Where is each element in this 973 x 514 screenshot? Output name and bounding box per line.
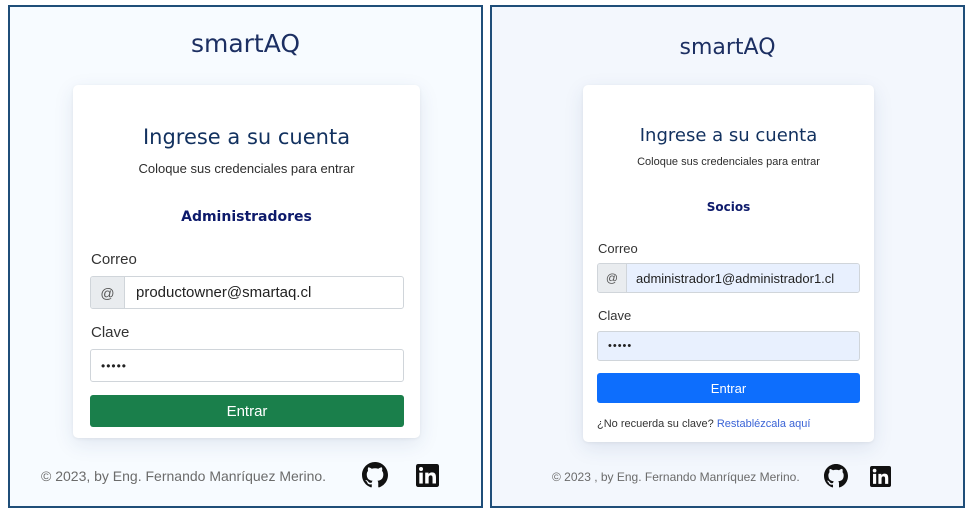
at-sign-addon: @ [91,277,125,308]
forgot-password-text: ¿No recuerda su clave? Restablézcala aqu… [597,418,810,430]
email-field[interactable]: @ productowner@smartaq.cl [90,276,404,309]
login-button[interactable]: Entrar [90,395,404,427]
role-heading: Socios [706,200,751,214]
linkedin-icon-svg [416,464,439,487]
email-label: Correo [91,251,137,268]
card-subtitle: Coloque sus credenciales para entrar [138,161,355,176]
email-field[interactable]: @ administrador1@administrador1.cl [597,263,860,293]
linkedin-icon[interactable] [416,464,439,487]
email-input[interactable]: administrador1@administrador1.cl [627,264,859,292]
footer-copyright: © 2023 , by Eng. Fernando Manríquez Meri… [552,470,800,484]
admin-login-panel: smartAQ Ingrese a su cuenta Coloque sus … [8,5,483,508]
card-title: Ingrese a su cuenta [142,125,351,149]
password-label: Clave [598,308,632,323]
forgot-password-prompt: ¿No recuerda su clave? [597,418,714,430]
password-input[interactable]: ••••• [597,331,860,361]
email-label: Correo [598,241,638,256]
brand-logo: smartAQ [679,35,776,60]
linkedin-icon-svg [870,466,891,487]
socios-login-panel: smartAQ Ingrese a su cuenta Coloque sus … [490,5,965,508]
github-icon-svg [362,462,388,488]
at-sign-addon: @ [598,264,627,292]
github-icon[interactable] [362,462,388,488]
linkedin-icon[interactable] [870,466,891,487]
password-input[interactable]: ••••• [90,349,404,382]
login-card: Ingrese a su cuenta Coloque sus credenci… [583,85,874,442]
reset-password-link[interactable]: Restablézcala aquí [717,418,811,430]
github-icon-svg [824,464,848,488]
github-icon[interactable] [824,464,848,488]
card-title: Ingrese a su cuenta [639,125,818,146]
password-label: Clave [91,324,130,341]
footer-copyright: © 2023, by Eng. Fernando Manríquez Merin… [41,468,327,484]
card-subtitle: Coloque sus credenciales para entrar [637,156,820,168]
email-input[interactable]: productowner@smartaq.cl [125,277,403,308]
brand-logo: smartAQ [190,29,301,58]
login-button[interactable]: Entrar [597,373,860,403]
role-heading: Administradores [181,209,312,225]
login-card: Ingrese a su cuenta Coloque sus credenci… [73,85,420,438]
